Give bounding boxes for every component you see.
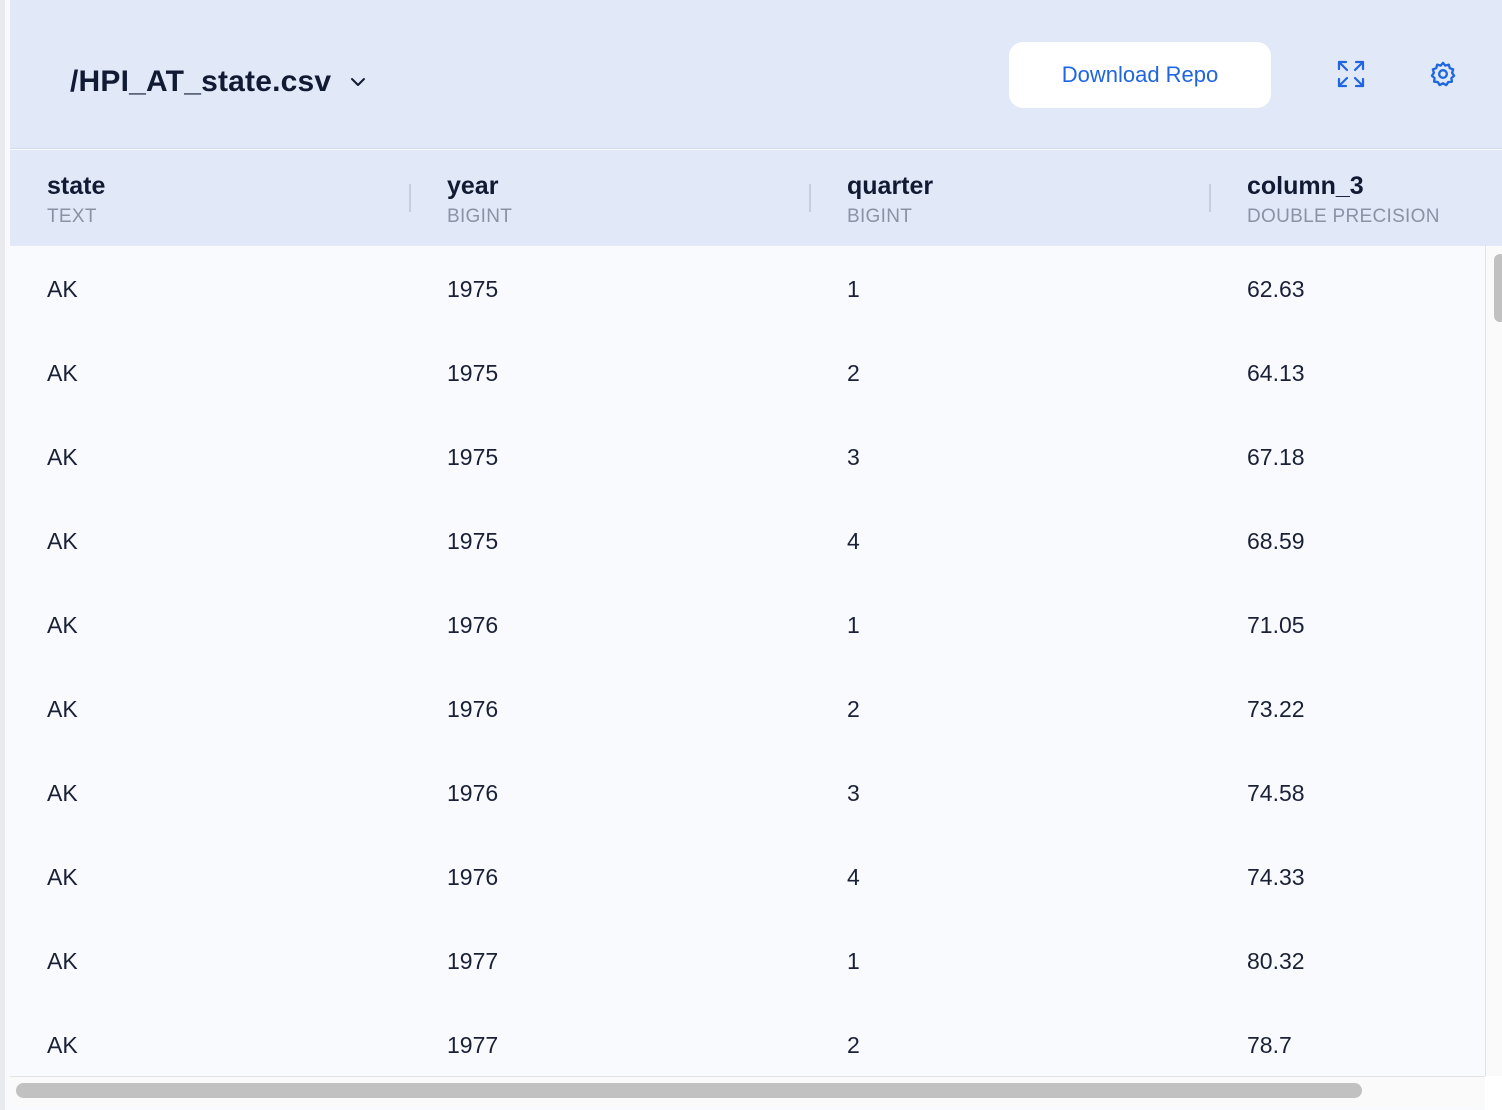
cell-year: 1975 <box>447 276 499 302</box>
cell-quarter: 2 <box>847 1032 860 1058</box>
gear-icon[interactable] <box>1423 54 1463 94</box>
table-row[interactable]: AK 1977 1 80.32 <box>10 918 1485 1002</box>
vertical-scrollbar-thumb[interactable] <box>1494 254 1502 322</box>
column-type: BIGINT <box>447 206 513 227</box>
cell-state: AK <box>47 696 78 722</box>
table-row[interactable]: AK 1975 2 64.13 <box>10 330 1485 414</box>
table-row[interactable]: AK 1975 3 67.18 <box>10 414 1485 498</box>
cell-column-3: 67.18 <box>1247 444 1305 470</box>
cell-state: AK <box>47 612 78 638</box>
chevron-down-icon <box>349 73 367 91</box>
table-row[interactable]: AK 1975 1 62.63 <box>10 246 1485 330</box>
cell-year: 1975 <box>447 528 499 554</box>
cell-state: AK <box>47 528 78 554</box>
download-repo-button[interactable]: Download Repo <box>1009 42 1271 108</box>
cell-quarter: 1 <box>847 276 860 302</box>
app-frame: /HPI_AT_state.csv Download Repo state TE… <box>0 0 1502 1110</box>
horizontal-scrollbar-thumb[interactable] <box>16 1083 1362 1098</box>
cell-year: 1976 <box>447 864 499 890</box>
cell-quarter: 2 <box>847 360 860 386</box>
table-header: state TEXT year BIGINT quarter BIGINT co… <box>10 150 1502 246</box>
table-row[interactable]: AK 1976 1 71.05 <box>10 582 1485 666</box>
cell-year: 1975 <box>447 444 499 470</box>
cell-state: AK <box>47 948 78 974</box>
column-name: quarter <box>847 172 934 200</box>
cell-state: AK <box>47 1032 78 1058</box>
scrollbar-corner <box>1485 1076 1502 1110</box>
cell-year: 1976 <box>447 780 499 806</box>
cell-quarter: 4 <box>847 864 860 890</box>
column-resize-handle[interactable] <box>409 184 411 212</box>
table-body: AK 1975 1 62.63 AK 1975 2 64.13 AK 1975 … <box>10 246 1485 1076</box>
column-type: DOUBLE PRECISION <box>1247 206 1440 227</box>
cell-quarter: 1 <box>847 612 860 638</box>
cell-year: 1976 <box>447 696 499 722</box>
cell-year: 1977 <box>447 1032 499 1058</box>
cell-state: AK <box>47 360 78 386</box>
table-row[interactable]: AK 1976 2 73.22 <box>10 666 1485 750</box>
cell-column-3: 73.22 <box>1247 696 1305 722</box>
toolbar: /HPI_AT_state.csv Download Repo <box>10 0 1502 149</box>
file-selector[interactable]: /HPI_AT_state.csv <box>70 60 367 104</box>
table-row[interactable]: AK 1975 4 68.59 <box>10 498 1485 582</box>
cell-column-3: 80.32 <box>1247 948 1305 974</box>
cell-column-3: 74.58 <box>1247 780 1305 806</box>
cell-state: AK <box>47 276 78 302</box>
cell-quarter: 2 <box>847 696 860 722</box>
cell-column-3: 68.59 <box>1247 528 1305 554</box>
table-row[interactable]: AK 1976 3 74.58 <box>10 750 1485 834</box>
cell-state: AK <box>47 864 78 890</box>
expand-icon[interactable] <box>1331 54 1371 94</box>
file-name: /HPI_AT_state.csv <box>70 65 332 98</box>
table-row[interactable]: AK 1977 2 78.7 <box>10 1002 1485 1076</box>
cell-quarter: 4 <box>847 528 860 554</box>
cell-year: 1976 <box>447 612 499 638</box>
column-resize-handle[interactable] <box>1209 184 1211 212</box>
cell-column-3: 71.05 <box>1247 612 1305 638</box>
cell-year: 1977 <box>447 948 499 974</box>
cell-state: AK <box>47 780 78 806</box>
cell-state: AK <box>47 444 78 470</box>
horizontal-scrollbar[interactable] <box>10 1076 1485 1106</box>
cell-quarter: 3 <box>847 444 860 470</box>
column-type: TEXT <box>47 206 97 227</box>
cell-quarter: 1 <box>847 948 860 974</box>
cell-column-3: 74.33 <box>1247 864 1305 890</box>
cell-column-3: 62.63 <box>1247 276 1305 302</box>
column-name: column_3 <box>1247 172 1364 200</box>
vertical-scrollbar[interactable] <box>1485 246 1502 1076</box>
column-name: year <box>447 172 499 200</box>
cell-column-3: 64.13 <box>1247 360 1305 386</box>
cell-quarter: 3 <box>847 780 860 806</box>
column-name: state <box>47 172 106 200</box>
cell-year: 1975 <box>447 360 499 386</box>
cell-column-3: 78.7 <box>1247 1032 1292 1058</box>
column-resize-handle[interactable] <box>809 184 811 212</box>
table-row[interactable]: AK 1976 4 74.33 <box>10 834 1485 918</box>
column-type: BIGINT <box>847 206 913 227</box>
